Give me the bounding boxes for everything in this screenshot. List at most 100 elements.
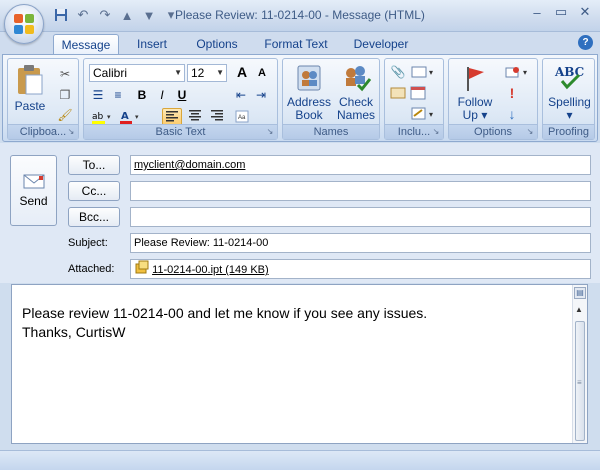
align-left-icon xyxy=(166,111,178,122)
minimize-button[interactable]: – xyxy=(526,3,548,21)
spelling-button[interactable]: ABC Spelling ▾ xyxy=(545,63,594,122)
scroll-up-arrow-icon[interactable]: ▲ xyxy=(575,305,583,314)
attach-item-icon[interactable]: ▾ xyxy=(409,63,439,81)
subject-label: Subject: xyxy=(68,237,108,249)
to-recipient[interactable]: myclient@domain.com xyxy=(134,159,245,171)
cut-icon[interactable]: ✂ xyxy=(56,65,74,83)
calendar-icon[interactable] xyxy=(409,84,427,102)
vertical-scrollbar[interactable]: ▤ ▲ ≡ xyxy=(572,285,587,443)
svg-text:Aa: Aa xyxy=(238,115,246,121)
attachment-field: 11-0214-00.ipt (149 KB) xyxy=(130,259,591,279)
attachment-link[interactable]: 11-0214-00.ipt (149 KB) xyxy=(152,264,269,276)
decrease-indent-icon[interactable]: ⇤ xyxy=(232,86,250,104)
to-button[interactable]: To... xyxy=(68,155,120,175)
paste-icon xyxy=(18,65,43,95)
check-names-icon xyxy=(346,66,372,92)
bcc-button[interactable]: Bcc... xyxy=(68,207,120,227)
group-proofing: ABC Spelling ▾ Proofing xyxy=(542,58,595,140)
restore-button[interactable]: ▭ xyxy=(550,3,572,21)
grow-font-button[interactable]: A xyxy=(232,63,252,82)
bcc-field[interactable] xyxy=(130,207,591,227)
check-names-button[interactable]: Check Names xyxy=(333,63,379,122)
body-line-2: Thanks, CurtisW xyxy=(22,324,126,340)
group-names: Address Book Check Names Names xyxy=(282,58,380,140)
svg-text:▾: ▾ xyxy=(429,68,433,77)
include-launcher-icon[interactable]: ↘ xyxy=(431,127,441,137)
ribbon: Paste ✂ ❐ 🖌 Clipboa... ↘ Calibri ▼ 12 ▼ … xyxy=(2,54,598,142)
italic-button[interactable]: I xyxy=(152,86,172,105)
basic-text-launcher-icon[interactable]: ↘ xyxy=(265,127,275,137)
attachment-file-icon xyxy=(135,260,149,280)
permission-icon[interactable]: ▾ xyxy=(503,63,533,81)
send-icon xyxy=(11,173,56,192)
tab-options[interactable]: Options xyxy=(186,34,248,54)
follow-up-button[interactable]: Follow Up ▾ xyxy=(452,63,498,122)
tab-format-text[interactable]: Format Text xyxy=(258,34,334,54)
svg-text:ab: ab xyxy=(92,112,104,122)
group-clipboard: Paste ✂ ❐ 🖌 Clipboa... ↘ xyxy=(7,58,79,140)
attach-file-icon[interactable]: 📎 xyxy=(389,63,407,81)
clipboard-launcher-icon[interactable]: ↘ xyxy=(66,127,76,137)
help-icon[interactable]: ? xyxy=(578,35,593,50)
copy-icon[interactable]: ❐ xyxy=(56,86,74,104)
office-button[interactable] xyxy=(4,4,44,44)
scroll-grip-icon: ≡ xyxy=(577,378,582,387)
signature-icon[interactable]: ▾ xyxy=(409,105,439,123)
high-importance-icon[interactable]: ! xyxy=(503,84,521,102)
send-label: Send xyxy=(19,194,48,208)
shrink-font-button[interactable]: A xyxy=(252,64,272,83)
bullets-icon[interactable]: ☰ xyxy=(89,86,107,104)
title-bar: ↶ ↷ ▲ ▼ ▾ Please Review: 11-0214-00 - Me… xyxy=(0,0,600,32)
address-book-button[interactable]: Address Book xyxy=(286,63,332,122)
font-name-combo[interactable]: Calibri ▼ xyxy=(89,64,185,82)
group-basic-text: Calibri ▼ 12 ▼ A A ☰ ≡ B I U ⇤ ⇥ ab ▾ A ▾ xyxy=(83,58,278,140)
cc-button[interactable]: Cc... xyxy=(68,181,120,201)
check-names-label-2: Names xyxy=(336,108,375,122)
spelling-icon: ABC xyxy=(554,65,584,90)
business-card-icon[interactable] xyxy=(389,84,407,102)
svg-text:A: A xyxy=(121,111,129,122)
cc-field[interactable] xyxy=(130,181,591,201)
chevron-down-icon: ▼ xyxy=(174,68,182,77)
flag-icon xyxy=(467,67,484,91)
ribbon-tabs: Message Insert Options Format Text Devel… xyxy=(0,32,600,54)
options-group-label: Options xyxy=(449,124,537,139)
follow-up-label-2: Up ▾ xyxy=(462,108,488,122)
underline-button[interactable]: U xyxy=(172,86,192,105)
address-book-label-2: Book xyxy=(295,108,323,122)
font-size-combo[interactable]: 12 ▼ xyxy=(187,64,227,82)
window-controls: – ▭ ✕ xyxy=(526,3,596,21)
align-right-icon xyxy=(211,110,223,121)
font-name-value: Calibri xyxy=(93,66,128,80)
tab-developer[interactable]: Developer xyxy=(346,34,416,54)
options-launcher-icon[interactable]: ↘ xyxy=(525,127,535,137)
office-logo-icon xyxy=(14,14,34,34)
chevron-down-icon: ▼ xyxy=(216,68,224,77)
font-size-value: 12 xyxy=(191,66,205,80)
low-importance-icon[interactable]: ↓ xyxy=(503,105,521,123)
svg-text:▾: ▾ xyxy=(135,114,139,121)
basic-text-group-label: Basic Text xyxy=(84,124,277,139)
message-body[interactable]: Please review 11-0214-00 and let me know… xyxy=(11,284,588,444)
numbering-icon[interactable]: ≡ xyxy=(109,86,127,104)
svg-text:▾: ▾ xyxy=(107,114,111,121)
bold-button[interactable]: B xyxy=(132,86,152,105)
proofing-group-label: Proofing xyxy=(543,124,594,139)
close-button[interactable]: ✕ xyxy=(574,3,596,21)
to-field[interactable]: myclient@domain.com xyxy=(130,155,591,175)
subject-field[interactable]: Please Review: 11-0214-00 xyxy=(130,233,591,253)
spelling-dropdown-icon: ▾ xyxy=(566,108,573,122)
paste-label: Paste xyxy=(14,99,46,113)
tab-insert[interactable]: Insert xyxy=(128,34,176,54)
increase-indent-icon[interactable]: ⇥ xyxy=(252,86,270,104)
paste-button[interactable]: Paste xyxy=(12,63,48,113)
ruler-toggle-icon[interactable]: ▤ xyxy=(574,287,586,299)
svg-text:▾: ▾ xyxy=(523,68,527,77)
window-title: Please Review: 11-0214-00 - Message (HTM… xyxy=(175,8,425,22)
send-button[interactable]: Send xyxy=(10,155,57,226)
group-options: Follow Up ▾ ▾ ! ↓ Options ↘ xyxy=(448,58,538,140)
tab-message[interactable]: Message xyxy=(53,34,119,54)
svg-text:▾: ▾ xyxy=(429,110,433,119)
names-group-label: Names xyxy=(283,124,379,139)
format-painter-icon[interactable]: 🖌 xyxy=(56,106,74,124)
